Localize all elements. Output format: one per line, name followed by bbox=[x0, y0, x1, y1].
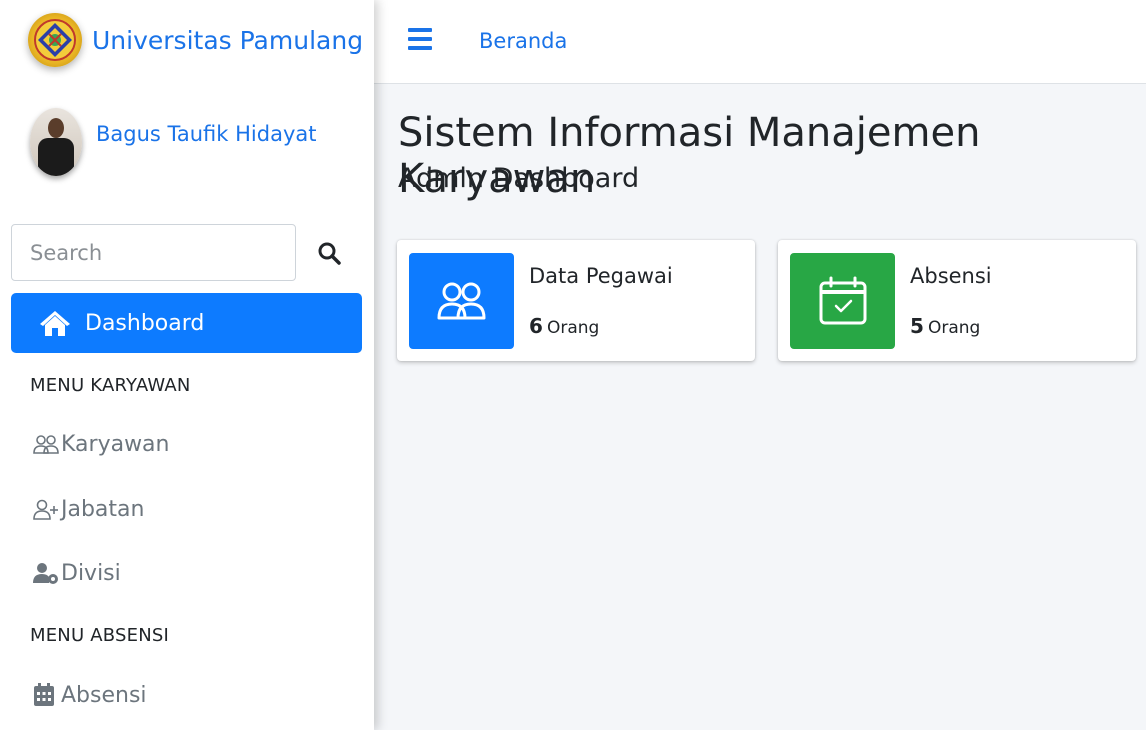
section-header-karyawan: MENU KARYAWAN bbox=[30, 375, 191, 396]
breadcrumb-beranda[interactable]: Beranda bbox=[479, 29, 567, 53]
sidebar-item-divisi[interactable]: Divisi bbox=[33, 559, 121, 587]
sidebar-item-dashboard[interactable]: Dashboard bbox=[11, 293, 362, 353]
sidebar-item-label: Absensi bbox=[61, 682, 147, 708]
section-header-absensi: MENU ABSENSI bbox=[30, 625, 170, 646]
sidebar-item-label: Karyawan bbox=[61, 431, 170, 457]
user-gear-icon bbox=[33, 559, 61, 587]
sidebar-item-label: Divisi bbox=[61, 560, 121, 586]
brand-name[interactable]: Universitas Pamulang bbox=[92, 26, 363, 55]
search-input[interactable] bbox=[11, 224, 296, 281]
sidebar: Universitas Pamulang Bagus Taufik Hidaya… bbox=[0, 0, 374, 730]
hamburger-icon[interactable] bbox=[408, 28, 432, 50]
user-avatar bbox=[30, 108, 82, 176]
page-subtitle: Admin Dashboard bbox=[398, 163, 640, 194]
sidebar-item-karyawan[interactable]: Karyawan bbox=[33, 430, 170, 458]
card-count: 5 bbox=[910, 314, 924, 338]
brand[interactable]: Universitas Pamulang bbox=[0, 0, 374, 84]
sidebar-item-jabatan[interactable]: Jabatan bbox=[33, 495, 144, 523]
user-plus-icon bbox=[33, 495, 61, 523]
top-navbar: Beranda bbox=[374, 0, 1146, 84]
card-count: 6 bbox=[529, 314, 543, 338]
card-title: Absensi bbox=[910, 264, 992, 288]
card-unit: Orang bbox=[547, 318, 600, 338]
card-absensi[interactable]: Absensi 5 Orang bbox=[778, 240, 1136, 361]
calendar-icon bbox=[33, 681, 61, 709]
sidebar-item-label: Jabatan bbox=[61, 496, 145, 522]
people-icon bbox=[409, 253, 514, 349]
search-icon bbox=[318, 242, 341, 265]
search-button[interactable] bbox=[300, 224, 358, 281]
card-unit: Orang bbox=[928, 318, 981, 338]
sidebar-item-absensi[interactable]: Absensi bbox=[33, 681, 147, 709]
home-icon bbox=[40, 311, 70, 336]
sidebar-item-label: Dashboard bbox=[85, 310, 205, 336]
users-icon bbox=[33, 430, 61, 458]
card-title: Data Pegawai bbox=[529, 264, 673, 288]
card-data-pegawai[interactable]: Data Pegawai 6 Orang bbox=[397, 240, 755, 361]
user-panel: Bagus Taufik Hidayat bbox=[0, 100, 374, 190]
user-name[interactable]: Bagus Taufik Hidayat bbox=[96, 122, 316, 146]
calendar-check-icon bbox=[790, 253, 895, 349]
university-seal-icon bbox=[28, 13, 82, 67]
